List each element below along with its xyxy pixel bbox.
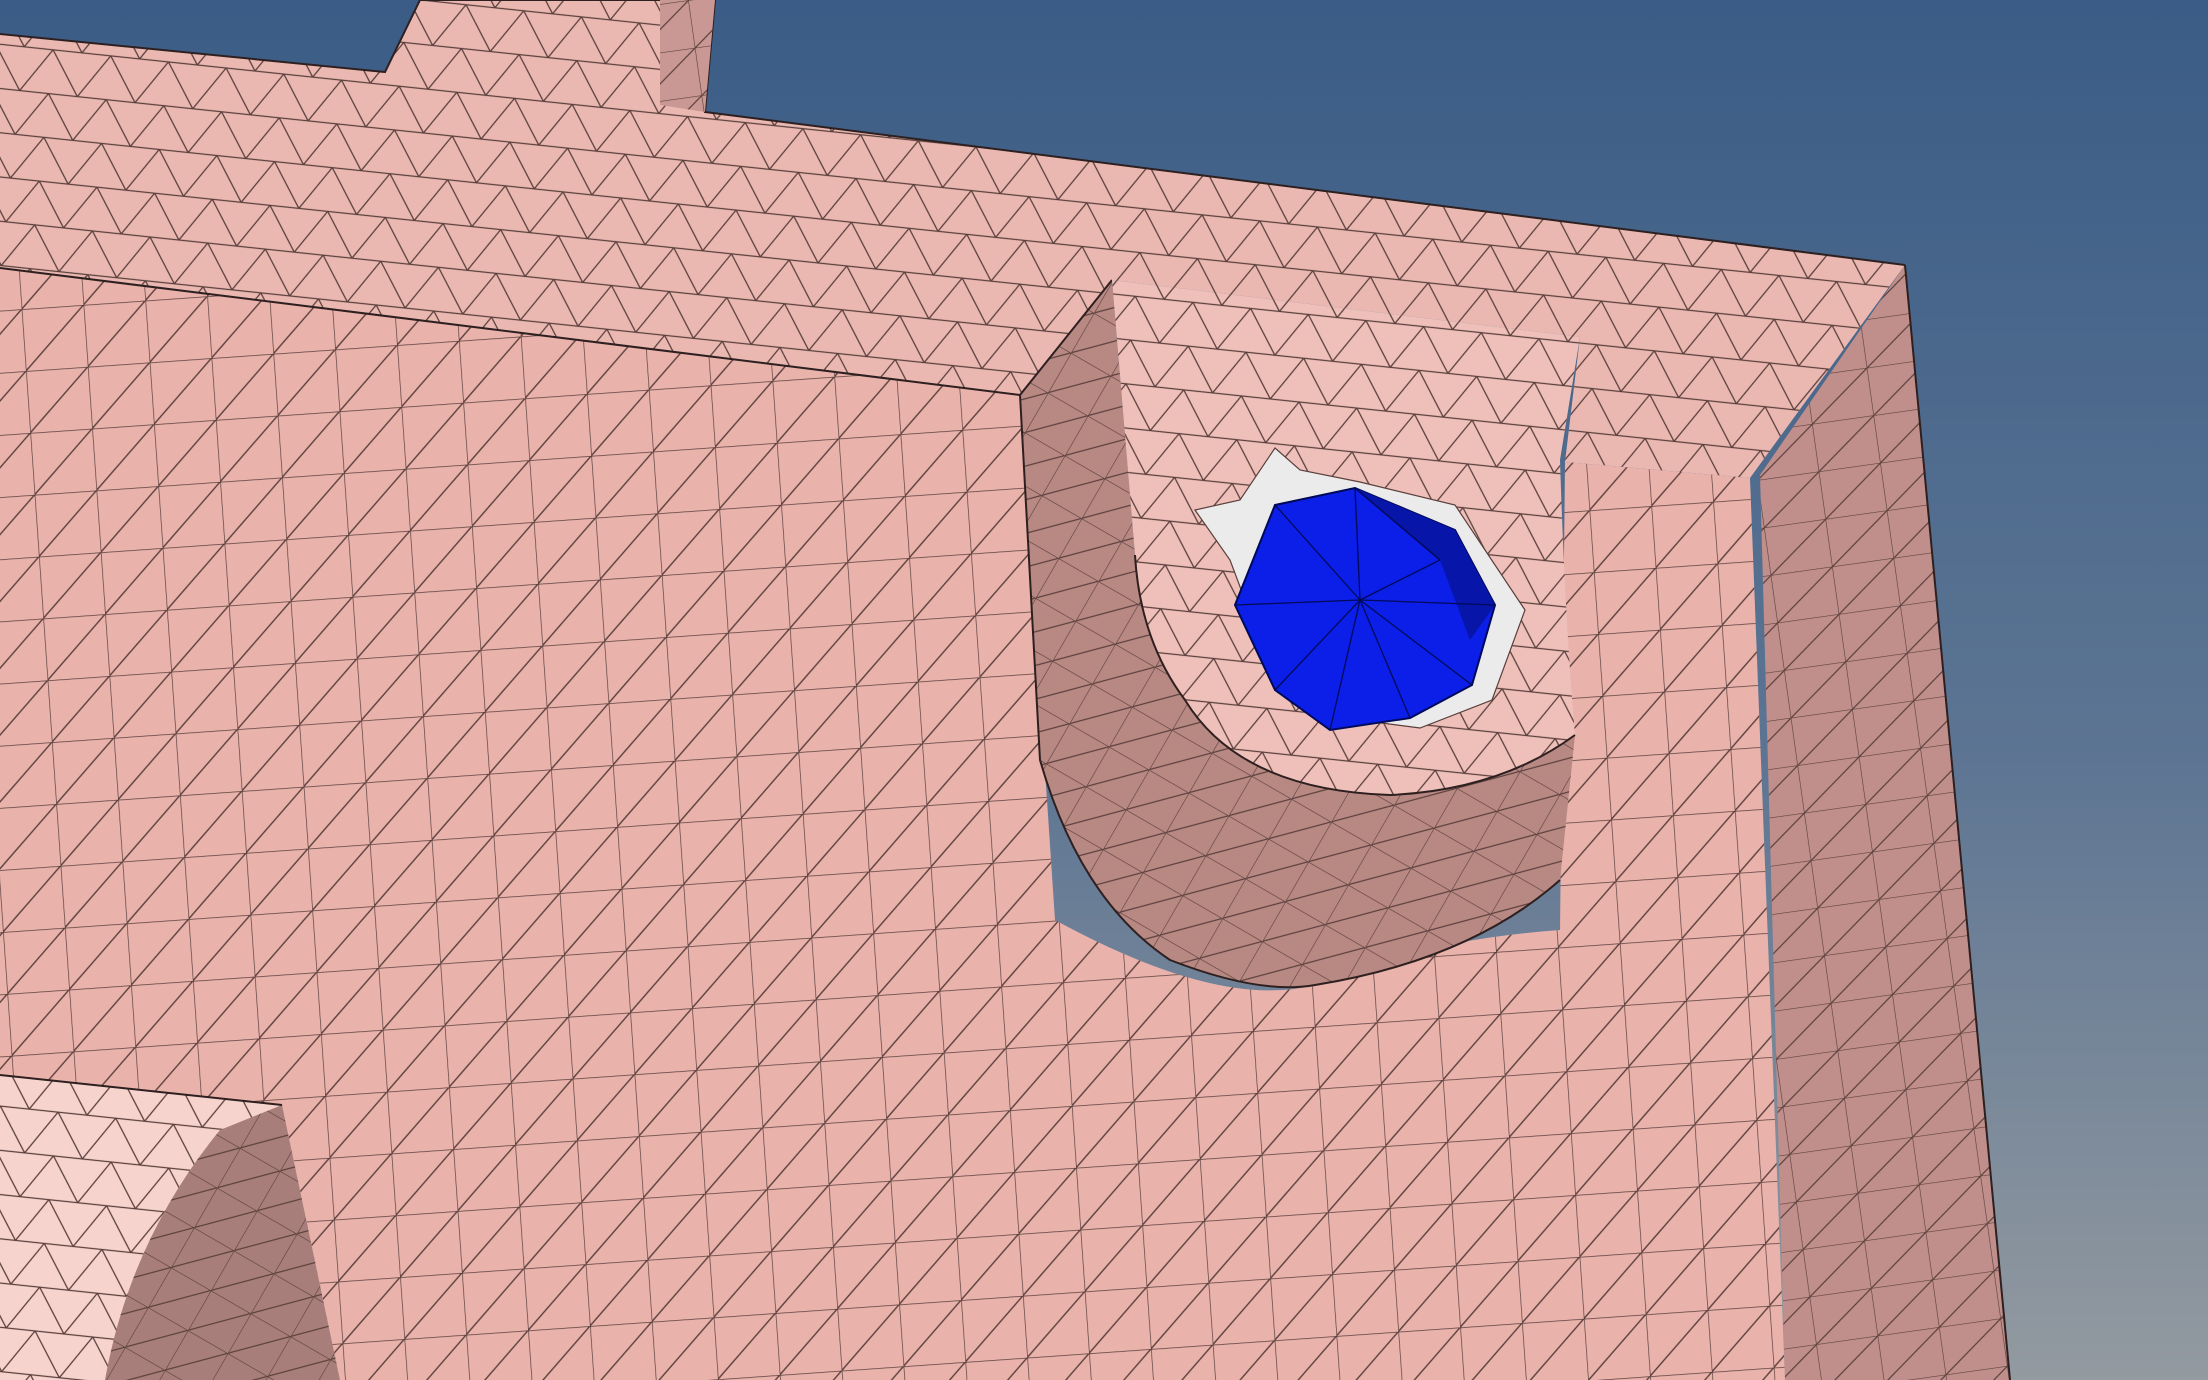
mesh-scene[interactable] bbox=[0, 0, 2208, 1380]
graphics-viewport[interactable] bbox=[0, 0, 2208, 1380]
